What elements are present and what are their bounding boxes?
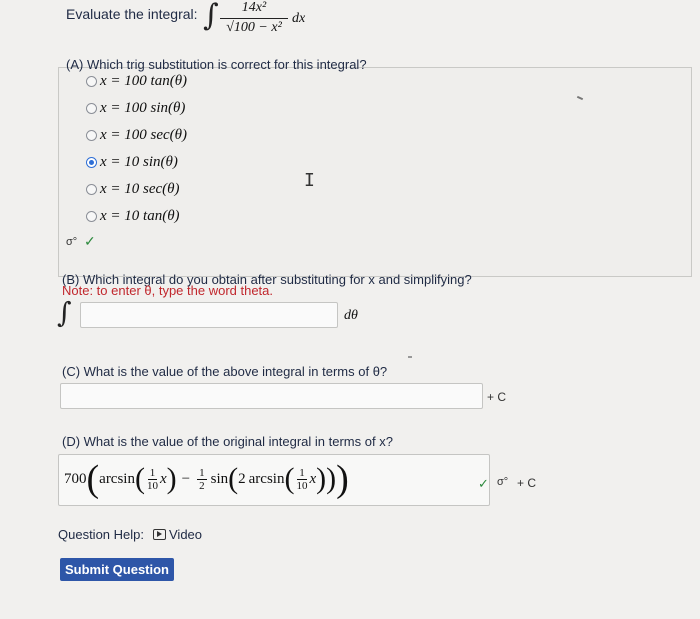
option-label: x = 10 tan(θ) xyxy=(100,207,180,224)
minus-sign: − xyxy=(181,470,191,487)
option-label: x = 100 sin(θ) xyxy=(100,99,186,116)
differential: dx xyxy=(292,11,306,26)
option-label: x = 10 sin(θ) xyxy=(100,153,178,170)
radio-button[interactable] xyxy=(86,129,97,141)
plus-c-label: + C xyxy=(487,390,507,404)
integrand-fraction: 14x² √100 − x² xyxy=(220,0,288,36)
integral-symbol: ∫ xyxy=(203,0,219,33)
function-arcsin-inner: arcsin xyxy=(248,470,285,487)
radio-button[interactable] xyxy=(86,102,97,114)
radio-button[interactable] xyxy=(86,210,97,222)
correct-check-icon: ✓ xyxy=(478,476,489,491)
integrand-numerator: 14x² xyxy=(241,0,267,15)
plus-c-label: + C xyxy=(517,476,537,490)
correct-check-icon: ✓ xyxy=(84,233,96,249)
question-help-label: Question Help: xyxy=(58,527,144,542)
video-label: Video xyxy=(169,527,203,542)
variable-x: x xyxy=(309,470,317,487)
option-6[interactable]: x = 10 tan(θ) xyxy=(86,205,180,227)
part-d-answer-expression: 700 ( arcsin ( 1 10 x ) − 12 sin ( 2 arcs… xyxy=(64,458,349,500)
option-2[interactable]: x = 100 sin(θ) xyxy=(86,97,185,119)
integral-symbol: ∫ xyxy=(57,296,72,329)
submit-question-button[interactable]: Submit Question xyxy=(60,558,174,581)
radio-button[interactable] xyxy=(86,183,97,195)
signature-icon[interactable]: σ° xyxy=(66,236,77,248)
option-label: x = 100 sec(θ) xyxy=(100,126,188,143)
integrand-denominator: √100 − x² xyxy=(226,20,282,35)
function-sin: sin xyxy=(210,470,229,487)
coefficient: 700 xyxy=(64,470,87,487)
function-arcsin: arcsin xyxy=(99,470,135,487)
part-b-answer-input[interactable] xyxy=(80,302,338,328)
fraction-2: 12 xyxy=(197,466,207,492)
option-label: x = 100 tan(θ) xyxy=(100,72,188,89)
fraction-3: 1 10 xyxy=(296,466,308,492)
part-d-question: (D) What is the value of the original in… xyxy=(62,434,393,449)
differential-theta: dθ xyxy=(344,308,358,323)
signature-icon[interactable]: σ° xyxy=(497,476,508,488)
question-prompt: Evaluate the integral: xyxy=(66,6,198,22)
part-c-answer-input[interactable] xyxy=(60,383,483,409)
radio-button-selected[interactable] xyxy=(86,156,97,168)
option-label: x = 10 sec(θ) xyxy=(100,180,180,197)
option-4[interactable]: x = 10 sin(θ) xyxy=(86,151,178,173)
part-c-question: (C) What is the value of the above integ… xyxy=(62,364,388,379)
option-5[interactable]: x = 10 sec(θ) xyxy=(86,178,180,200)
part-b-note: Note: to enter θ, type the word theta. xyxy=(62,283,274,298)
mark xyxy=(408,356,412,358)
option-1[interactable]: x = 100 tan(θ) xyxy=(86,70,187,92)
option-3[interactable]: x = 100 sec(θ) xyxy=(86,124,187,146)
variable-x: x xyxy=(159,470,167,487)
play-video-icon xyxy=(153,529,166,540)
fraction-1: 1 10 xyxy=(146,466,158,492)
video-help-button[interactable]: Video xyxy=(153,527,202,542)
text-cursor-icon: I xyxy=(304,170,315,191)
radio-button[interactable] xyxy=(86,75,97,87)
inner-coefficient: 2 xyxy=(238,470,246,487)
